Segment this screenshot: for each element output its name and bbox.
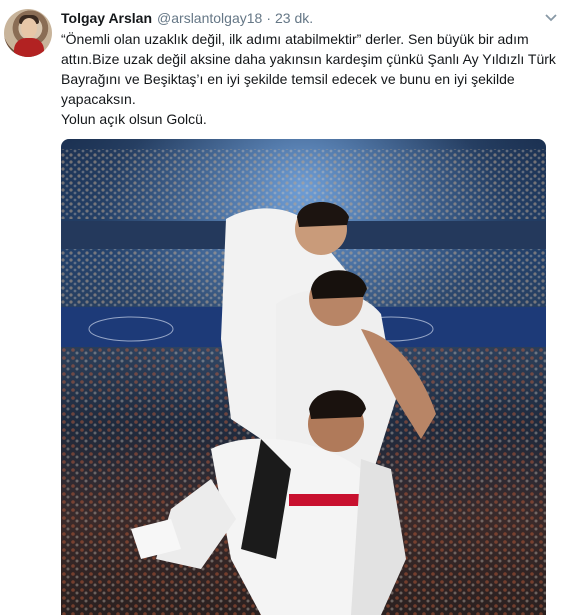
header-separator: ·	[266, 10, 271, 26]
photo-scene	[61, 139, 546, 615]
tweet-text-line: Bayrağını ve Beşiktaş’ı en iyi şekilde t…	[61, 71, 515, 87]
author-handle[interactable]: @arslantolgay18	[157, 10, 262, 26]
tweet-menu-button[interactable]	[543, 10, 559, 26]
tweet-text-line: “Önemli olan uzaklık değil, ilk adımı at…	[61, 31, 529, 47]
tweet-text-line: Yolun açık olsun Golcü.	[61, 111, 207, 127]
chevron-down-icon	[545, 14, 557, 22]
tweet-header: Tolgay Arslan @arslantolgay18 · 23 dk.	[61, 10, 313, 28]
avatar-shirt	[14, 38, 44, 57]
tweet-photo[interactable]	[61, 139, 546, 615]
tweet-text-line: attın.Bize uzak değil aksine daha yakıns…	[61, 51, 556, 67]
avatar-face	[21, 18, 37, 38]
tweet-text-line: yapacaksın.	[61, 91, 136, 107]
tweet-card: Tolgay Arslan @arslantolgay18 · 23 dk. “…	[0, 0, 573, 615]
author-avatar[interactable]	[4, 9, 52, 57]
author-name[interactable]: Tolgay Arslan	[61, 10, 152, 26]
tweet-timestamp[interactable]: 23 dk.	[275, 10, 313, 26]
tweet-text: “Önemli olan uzaklık değil, ilk adımı at…	[61, 29, 561, 129]
